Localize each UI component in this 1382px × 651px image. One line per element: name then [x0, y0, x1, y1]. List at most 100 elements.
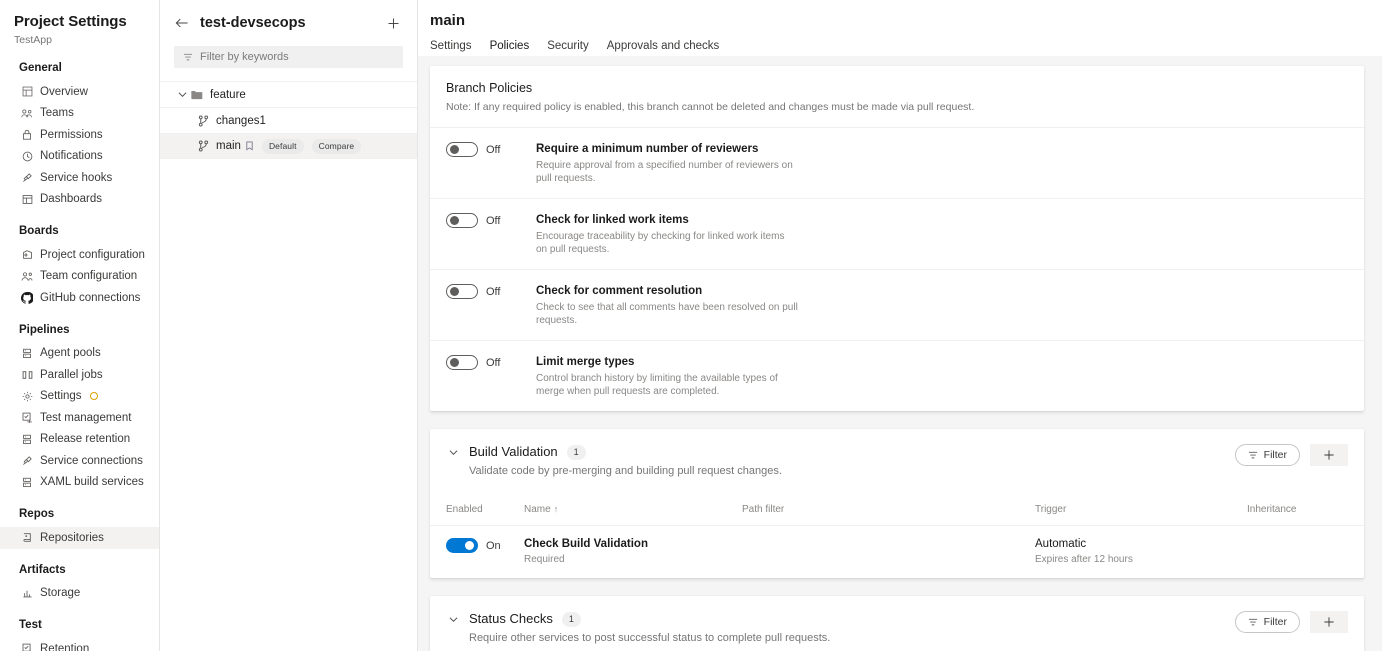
branch-tree-panel: test-devsecops Filter by keywords featur… [160, 0, 418, 651]
folder-icon [190, 90, 204, 100]
sidebar-item-label: Storage [40, 587, 81, 600]
toggle-min-reviewers[interactable] [446, 142, 478, 157]
column-header-path-filter: Path filter [742, 503, 785, 515]
app-root: Project Settings TestApp General Overvie… [0, 0, 1382, 651]
policies-scroll-area[interactable]: Branch Policies Note: If any required po… [418, 56, 1382, 651]
tree-item-label: feature [210, 88, 246, 101]
branch-list: feature changes1 main Default Compare [160, 81, 417, 159]
sidebar-item-service-connections[interactable]: Service connections [0, 450, 159, 472]
gear-icon [21, 390, 33, 402]
sidebar-item-notifications[interactable]: Notifications [0, 146, 159, 168]
toggle-linked-work-items[interactable] [446, 213, 478, 228]
back-button[interactable] [172, 13, 192, 33]
add-build-validation-button[interactable] [1310, 444, 1348, 466]
status-dot-icon [89, 392, 98, 401]
tree-item-label: main [216, 140, 241, 152]
sidebar-item-parallel-jobs[interactable]: Parallel jobs [0, 364, 159, 386]
trigger-value: Automatic [1035, 538, 1087, 550]
sort-ascending-icon: ↑ [553, 503, 559, 514]
badge-compare[interactable]: Compare [311, 138, 362, 154]
sidebar-item-permissions[interactable]: Permissions [0, 124, 159, 146]
chevron-down-icon[interactable] [174, 91, 190, 98]
main-content: main Settings Policies Security Approval… [418, 0, 1382, 651]
sidebar-item-teams[interactable]: Teams [0, 103, 159, 125]
policy-row-min-reviewers: Off Require a minimum number of reviewer… [430, 127, 1364, 198]
sidebar-group-pipelines: Pipelines [19, 323, 70, 336]
status-checks-card: Status Checks 1 Require other services t… [430, 596, 1364, 651]
toggle-state-label: Off [486, 356, 501, 369]
lock-icon [21, 129, 33, 141]
filter-button-label: Filter [1263, 449, 1287, 461]
tree-branch-main[interactable]: main Default Compare [160, 133, 417, 159]
cell-name: Check Build Validation Required [524, 537, 742, 566]
sidebar-item-label: Settings [40, 390, 82, 403]
branch-policies-header: Branch Policies Note: If any required po… [430, 66, 1364, 127]
sidebar-item-label: Team configuration [40, 270, 138, 283]
sidebar-item-service-hooks[interactable]: Service hooks [0, 167, 159, 189]
chevron-down-icon[interactable] [446, 449, 460, 456]
policy-name: Require a minimum number of reviewers [536, 143, 759, 155]
status-checks-actions: Filter [1234, 610, 1348, 633]
toggle-state-label: On [486, 539, 501, 552]
policy-name: Limit merge types [536, 356, 635, 368]
status-checks-filter-button[interactable]: Filter [1234, 611, 1300, 633]
filter-icon [183, 53, 193, 62]
sidebar-item-project-configuration[interactable]: Project configuration [0, 244, 159, 266]
team-config-icon [21, 270, 33, 282]
page-title: main [430, 12, 466, 29]
sidebar-item-xaml-build-services[interactable]: XAML build services [0, 472, 159, 494]
sidebar-item-label: Project configuration [40, 248, 145, 261]
chevron-down-icon[interactable] [446, 616, 460, 623]
build-validation-column-headers: Enabled Name ↑ Path filter Trigger Inheri… [430, 493, 1364, 525]
sidebar-item-label: Service connections [40, 454, 143, 467]
policy-toggle-group: Off [446, 141, 534, 157]
storage-icon [21, 587, 33, 599]
project-config-icon [21, 249, 33, 261]
toggle-limit-merge-types[interactable] [446, 355, 478, 370]
agent-pool-icon [21, 347, 33, 359]
tree-folder-feature[interactable]: feature [160, 81, 417, 107]
sidebar-item-retention[interactable]: Retention [0, 638, 159, 651]
sidebar-item-overview[interactable]: Overview [0, 81, 159, 103]
filter-button-label: Filter [1263, 616, 1287, 628]
branch-icon [196, 115, 210, 127]
status-checks-description: Require other services to post successfu… [469, 632, 831, 644]
status-checks-header: Status Checks 1 Require other services t… [430, 596, 1364, 646]
column-header-inheritance: Inheritance [1247, 503, 1297, 515]
parallel-jobs-icon [21, 369, 33, 381]
build-validation-filter-button[interactable]: Filter [1234, 444, 1300, 466]
build-validation-actions: Filter [1234, 443, 1348, 466]
sidebar-item-settings[interactable]: Settings [0, 386, 159, 408]
build-validation-description: Validate code by pre-merging and buildin… [469, 465, 782, 477]
column-header-name[interactable]: Name ↑ [524, 504, 742, 515]
status-checks-heading-group: Status Checks 1 Require other services t… [446, 610, 1235, 646]
policy-description: Encourage traceability by checking for l… [536, 231, 785, 255]
sidebar-item-label: Teams [40, 107, 74, 120]
add-status-check-button[interactable] [1310, 611, 1348, 633]
policy-toggle-group: Off [446, 283, 534, 299]
sidebar-item-repositories[interactable]: Repositories [0, 527, 159, 549]
sidebar-item-storage[interactable]: Storage [0, 583, 159, 605]
sidebar-item-release-retention[interactable]: Release retention [0, 429, 159, 451]
add-branch-button[interactable] [383, 13, 403, 33]
toggle-check-build-validation[interactable] [446, 538, 478, 553]
policy-name: Check for comment resolution [536, 285, 703, 297]
sidebar-item-label: Overview [40, 85, 88, 98]
policy-row-limit-merge-types: Off Limit merge types Control branch his… [430, 340, 1364, 411]
trigger-expiry: Expires after 12 hours [1035, 554, 1133, 565]
sidebar-item-dashboards[interactable]: Dashboards [0, 189, 159, 211]
branch-tree-header: test-devsecops [160, 0, 417, 46]
tree-branch-changes1[interactable]: changes1 [160, 107, 417, 133]
table-row[interactable]: On Check Build Validation Required Autom… [430, 525, 1364, 578]
sidebar-item-github-connections[interactable]: GitHub connections [0, 287, 159, 309]
sidebar-item-test-management[interactable]: Test management [0, 407, 159, 429]
sidebar-item-team-configuration[interactable]: Team configuration [0, 266, 159, 288]
sidebar-item-agent-pools[interactable]: Agent pools [0, 343, 159, 365]
teams-icon [21, 107, 33, 119]
sidebar-group-repos: Repos [19, 508, 55, 520]
build-validation-heading-group: Build Validation 1 Validate code by pre-… [446, 443, 1235, 479]
branch-policies-card: Branch Policies Note: If any required po… [430, 66, 1364, 411]
toggle-comment-resolution[interactable] [446, 284, 478, 299]
branch-filter-input[interactable]: Filter by keywords [174, 46, 403, 68]
test-management-icon [21, 643, 33, 651]
